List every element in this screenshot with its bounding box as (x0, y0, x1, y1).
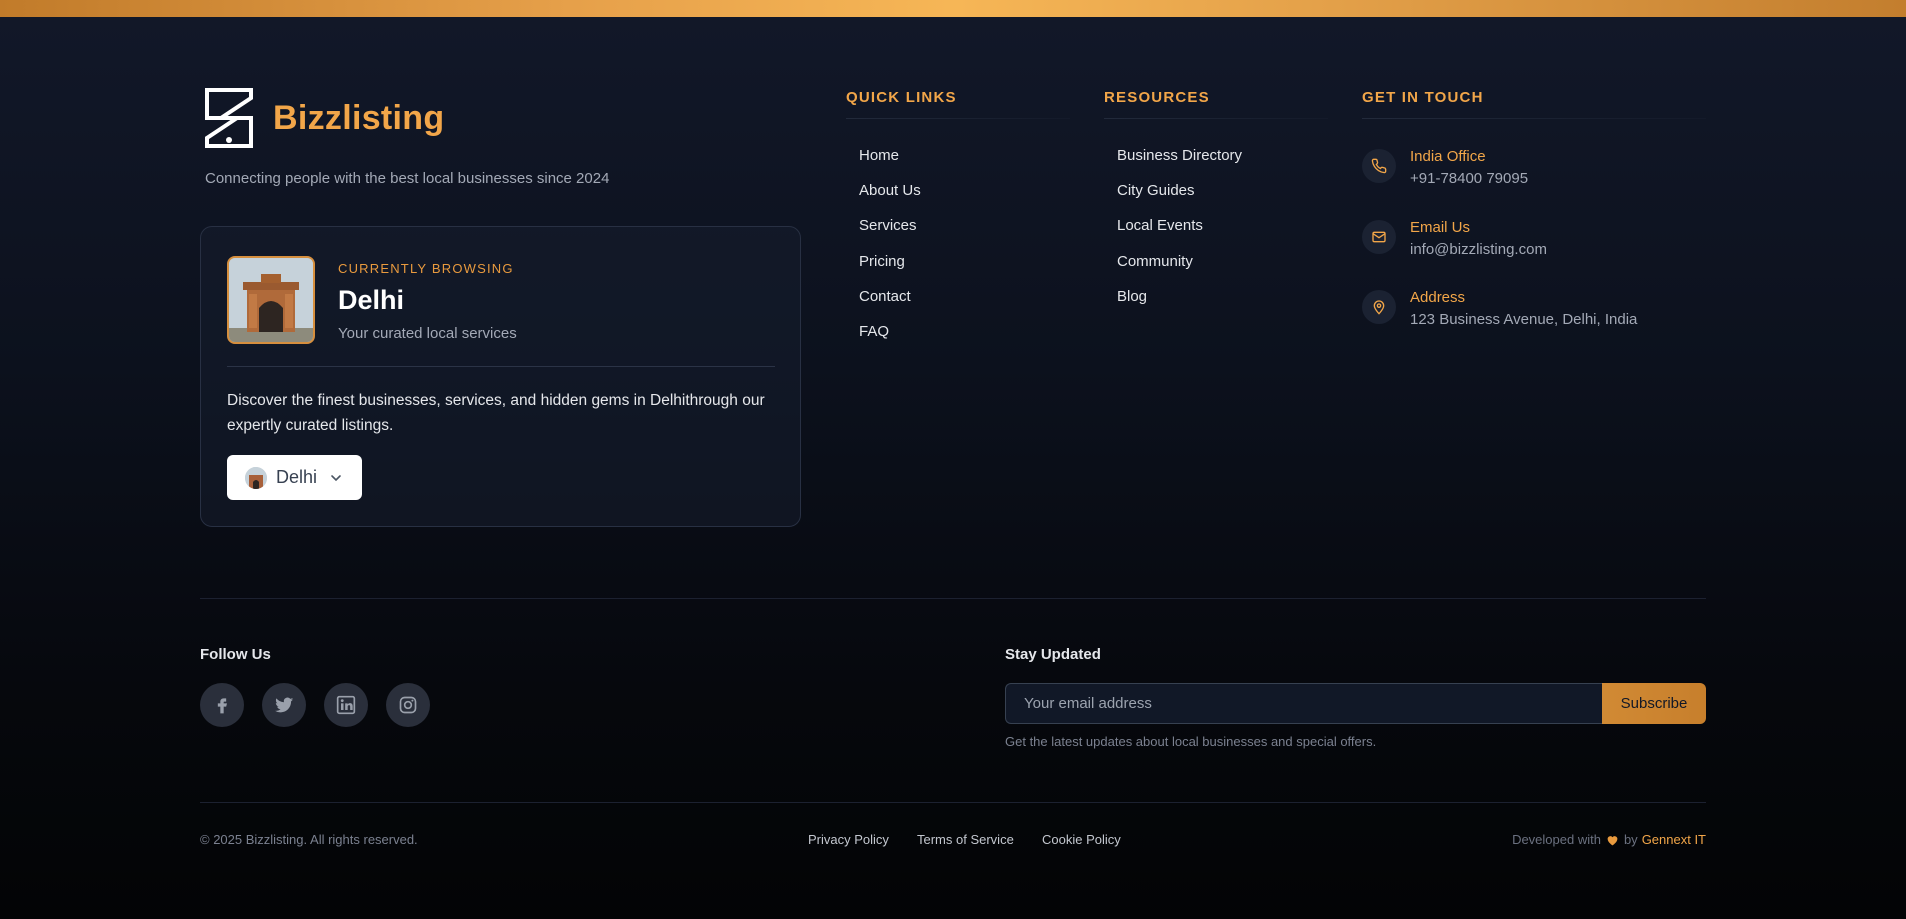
mail-icon (1362, 220, 1396, 254)
developer-company-link[interactable]: Gennext IT (1642, 832, 1706, 847)
resources-heading: Resources (1104, 89, 1210, 106)
contact-email-value: info@bizzlisting.com (1410, 241, 1547, 258)
city-card: Currently Browsing Delhi Your curated lo… (200, 226, 801, 527)
contact-address-value: 123 Business Avenue, Delhi, India (1410, 311, 1638, 328)
quick-link-contact[interactable]: Contact (859, 288, 921, 323)
follow-us-heading: Follow Us (200, 646, 271, 663)
get-in-touch-heading: Get In Touch (1362, 89, 1484, 106)
quick-link-services[interactable]: Services (859, 217, 921, 252)
privacy-policy-link[interactable]: Privacy Policy (808, 832, 889, 847)
map-pin-icon (1362, 290, 1396, 324)
current-city-name: Delhi (338, 285, 405, 315)
bizzlisting-logo-icon (205, 88, 253, 148)
linkedin-icon[interactable] (324, 683, 368, 727)
bottom-divider (200, 802, 1706, 803)
quick-links-rule (846, 118, 1070, 119)
quick-link-faq[interactable]: FAQ (859, 323, 921, 358)
get-in-touch-rule (1362, 118, 1706, 119)
contact-address[interactable]: Address 123 Business Avenue, Delhi, Indi… (1362, 289, 1702, 338)
contact-address-title: Address (1410, 289, 1466, 306)
city-selector-value: Delhi (276, 467, 318, 487)
brand[interactable]: Bizzlisting (205, 88, 444, 148)
facebook-icon[interactable] (200, 683, 244, 727)
contact-email-title: Email Us (1410, 219, 1471, 236)
newsletter-form: Subscribe (1005, 683, 1706, 724)
terms-of-service-link[interactable]: Terms of Service (917, 832, 1014, 847)
quick-link-about-us[interactable]: About Us (859, 182, 921, 217)
resource-link-local-events[interactable]: Local Events (1117, 217, 1242, 252)
contact-phone[interactable]: India Office +91-78400 79095 (1362, 148, 1702, 197)
subscribe-button[interactable]: Subscribe (1602, 683, 1706, 724)
quick-link-home[interactable]: Home (859, 147, 921, 182)
developed-by-text: by (1623, 832, 1638, 847)
brand-name: Bizzlisting (273, 98, 445, 137)
quick-links-list: Home About Us Services Pricing Contact F… (859, 147, 921, 358)
resource-link-city-guides[interactable]: City Guides (1117, 182, 1242, 217)
developed-by: Developed with by Gennext IT (1512, 832, 1706, 847)
heart-icon (1607, 835, 1618, 845)
newsletter-hint: Get the latest updates about local busin… (1005, 734, 1377, 749)
city-subtitle: Your curated local services (338, 325, 517, 342)
resource-link-community[interactable]: Community (1117, 253, 1242, 288)
phone-icon (1362, 149, 1396, 183)
footer: Bizzlisting Connecting people with the b… (200, 0, 1706, 919)
quick-links-heading: Quick Links (846, 89, 957, 106)
developed-with-text: Developed with (1512, 832, 1601, 847)
contact-phone-value: +91-78400 79095 (1410, 170, 1529, 187)
instagram-icon[interactable] (386, 683, 430, 727)
card-divider (227, 366, 775, 367)
resource-link-business-directory[interactable]: Business Directory (1117, 147, 1242, 182)
india-gate-image (227, 256, 315, 344)
newsletter-email-input[interactable] (1005, 683, 1602, 724)
resources-list: Business Directory City Guides Local Eve… (1117, 147, 1242, 323)
currently-browsing-label: Currently Browsing (338, 261, 514, 276)
copyright-text: © 2025 Bizzlisting. All rights reserved. (200, 832, 418, 847)
city-avatar (245, 466, 267, 489)
chevron-down-icon (331, 474, 341, 481)
resource-link-blog[interactable]: Blog (1117, 288, 1242, 323)
contact-phone-title: India Office (1410, 148, 1486, 165)
resources-rule (1104, 118, 1328, 119)
quick-link-pricing[interactable]: Pricing (859, 253, 921, 288)
contact-email[interactable]: Email Us info@bizzlisting.com (1362, 219, 1702, 268)
twitter-icon[interactable] (262, 683, 306, 727)
city-description: Discover the finest businesses, services… (227, 392, 765, 434)
stay-updated-heading: Stay Updated (1005, 646, 1101, 663)
cookie-policy-link[interactable]: Cookie Policy (1042, 832, 1121, 847)
city-selector[interactable]: Delhi (227, 455, 362, 500)
brand-tagline: Connecting people with the best local bu… (205, 170, 610, 187)
section-divider (200, 598, 1706, 599)
